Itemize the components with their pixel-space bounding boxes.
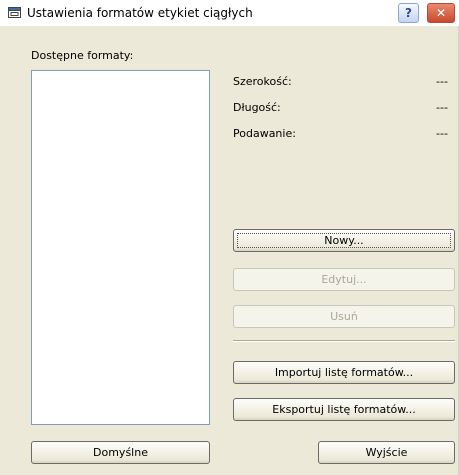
feed-value: --- [436, 127, 448, 140]
close-icon: ✕ [435, 6, 447, 20]
feed-label: Podawanie: [233, 127, 296, 140]
separator [233, 340, 455, 342]
available-formats-label: Dostępne formaty: [31, 49, 134, 62]
title-bar[interactable]: Ustawienia formatów etykiet ciągłych ? ✕ [0, 0, 459, 26]
width-label: Szerokość: [233, 75, 292, 88]
window-title: Ustawienia formatów etykiet ciągłych [27, 6, 253, 20]
new-button[interactable]: Nowy... [233, 229, 455, 252]
dialog-window: Ustawienia formatów etykiet ciągłych ? ✕… [0, 0, 459, 475]
window-icon [8, 7, 21, 18]
formats-listbox[interactable] [31, 70, 210, 425]
edit-button[interactable]: Edytuj... [233, 268, 455, 291]
exit-button[interactable]: Wyjście [318, 441, 455, 464]
export-formats-button[interactable]: Eksportuj listę formatów... [233, 398, 455, 421]
help-icon: ? [405, 6, 412, 20]
defaults-button[interactable]: Domyślne [31, 441, 210, 464]
width-value: --- [436, 75, 448, 88]
import-formats-button[interactable]: Importuj listę formatów... [233, 361, 455, 384]
length-value: --- [436, 101, 448, 114]
help-button[interactable]: ? [398, 3, 419, 23]
delete-button[interactable]: Usuń [233, 305, 455, 328]
length-label: Długość: [233, 101, 281, 114]
close-button[interactable]: ✕ [427, 3, 455, 23]
